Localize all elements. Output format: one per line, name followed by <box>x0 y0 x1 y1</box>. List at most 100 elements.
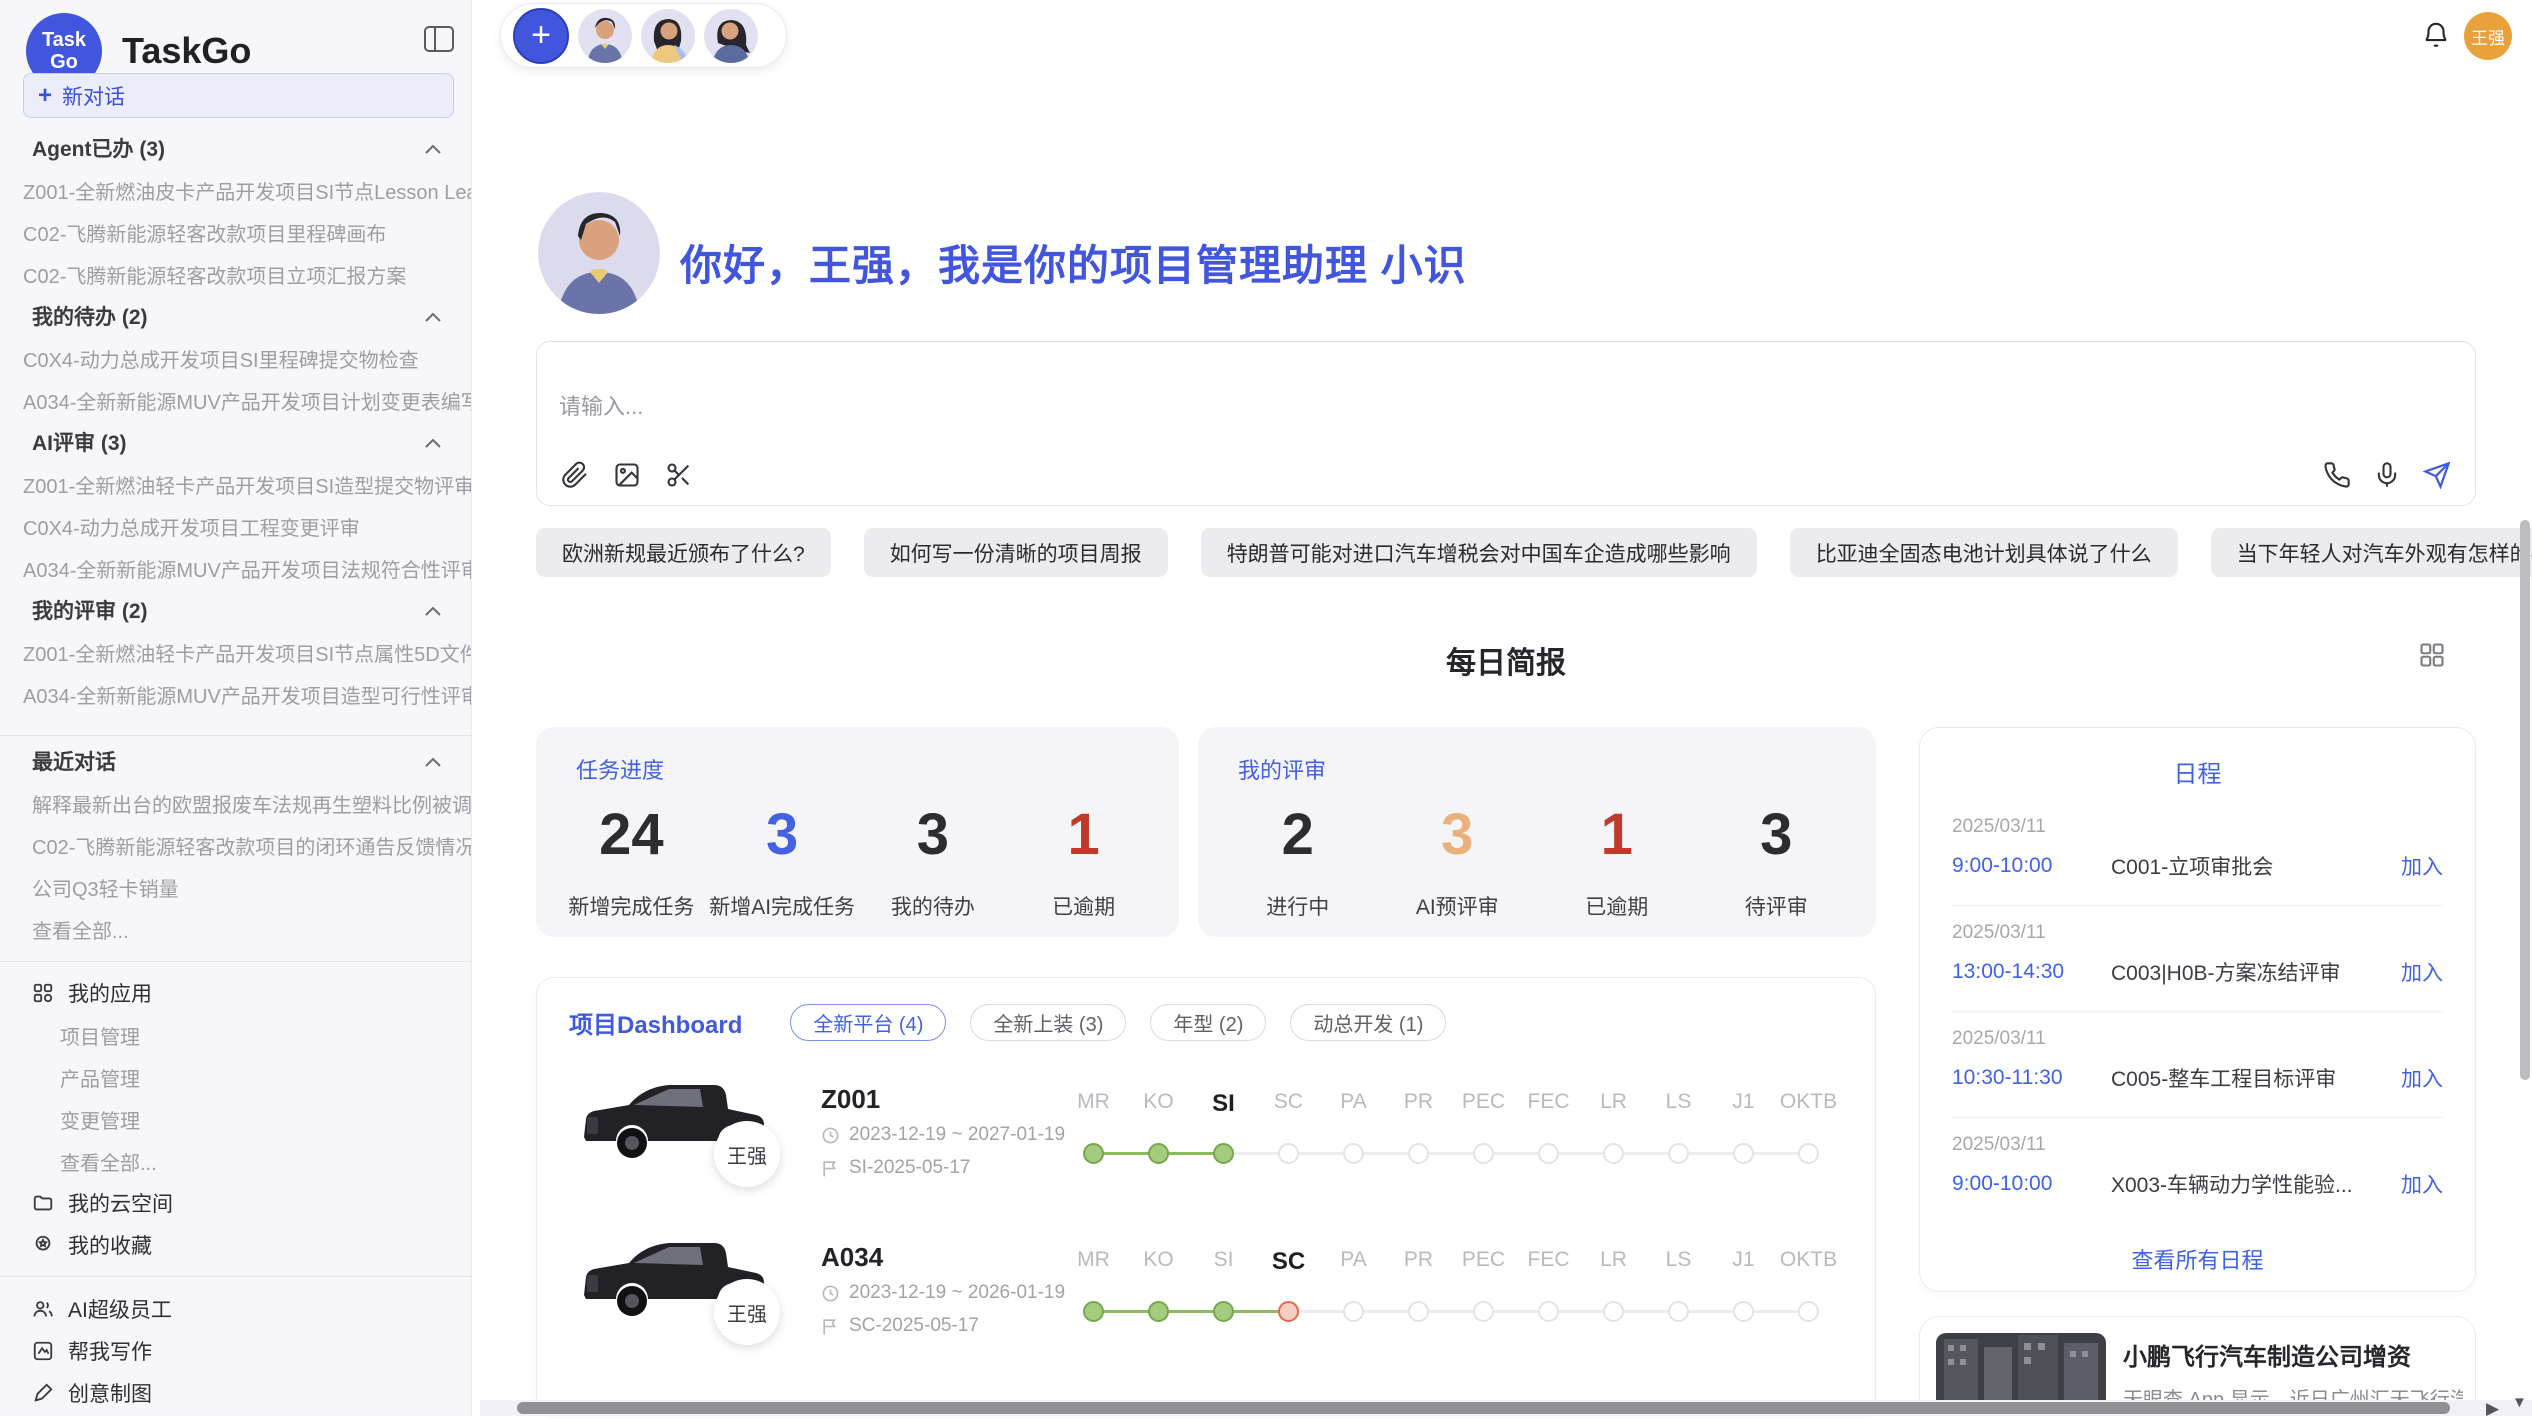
briefing-layout-icon[interactable] <box>2418 641 2446 669</box>
sidebar-item-product-mgmt[interactable]: 产品管理 <box>0 1056 471 1098</box>
scroll-right-arrow[interactable]: ▶ <box>2486 1399 2499 1419</box>
project-name: A034 <box>821 1242 883 1273</box>
project-row[interactable]: 王强 Z001 2023-12-19 ~ 2027-01-19 SI-2025-… <box>537 1058 1875 1208</box>
schedule-entry[interactable]: 2025/03/11 13:00-14:30 C003|H0B-方案冻结评审 加… <box>1952 906 2443 1012</box>
event-date: 2025/03/11 <box>1952 1134 2443 1156</box>
schedule-title: 日程 <box>1920 754 2475 789</box>
chevron-up-icon[interactable] <box>425 136 441 160</box>
avatar[interactable] <box>704 9 758 63</box>
chat-input-card <box>536 341 2476 506</box>
join-link[interactable]: 加入 <box>2401 1063 2443 1093</box>
chat-item[interactable]: C02-飞腾新能源轻客改款项目里程碑画布 <box>0 211 471 253</box>
suggestion-chip[interactable]: 比亚迪全固态电池计划具体说了什么 <box>1790 528 2178 577</box>
sidebar-item-change-mgmt[interactable]: 变更管理 <box>0 1098 471 1140</box>
scissors-icon[interactable] <box>665 461 693 489</box>
section-my-todo[interactable]: 我的待办 (2) <box>0 295 471 337</box>
milestone-label: PEC <box>1451 1248 1516 1276</box>
schedule-entry[interactable]: 2025/03/11 10:30-11:30 C005-整车工程目标评审 加入 <box>1952 1012 2443 1118</box>
tab-new-body[interactable]: 全新上装 (3) <box>970 1004 1126 1041</box>
voice-call-icon[interactable] <box>2323 461 2351 489</box>
flag-icon <box>821 1317 840 1336</box>
stat-label: 新增完成任务 <box>556 891 707 921</box>
stat-label: 进行中 <box>1218 891 1378 921</box>
sidebar-item-cloud-space[interactable]: 我的云空间 <box>0 1182 471 1224</box>
chat-item[interactable]: C02-飞腾新能源轻客改款项目立项汇报方案 <box>0 253 471 295</box>
tab-new-platform[interactable]: 全新平台 (4) <box>790 1004 946 1041</box>
chat-item[interactable]: Z001-全新燃油轻卡产品开发项目SI造型提交物评审 <box>0 463 471 505</box>
tab-year-model[interactable]: 年型 (2) <box>1150 1004 1266 1041</box>
new-chat-button[interactable]: + 新对话 <box>23 73 454 118</box>
sidebar-item-favorites[interactable]: 我的收藏 <box>0 1224 471 1266</box>
suggestion-chip[interactable]: 欧洲新规最近颁布了什么? <box>536 528 831 577</box>
user-avatar[interactable]: 王强 <box>2464 12 2512 60</box>
chat-item[interactable]: Z001-全新燃油皮卡产品开发项目SI节点Lesson Learn报告 <box>0 169 471 211</box>
project-name: Z001 <box>821 1084 880 1115</box>
stat-label: AI预评审 <box>1378 891 1538 921</box>
section-my-review[interactable]: 我的评审 (2) <box>0 589 471 631</box>
chat-item[interactable]: Z001-全新燃油轻卡产品开发项目SI节点属性5D文件评审 <box>0 631 471 673</box>
sidebar-item-my-apps[interactable]: 我的应用 <box>0 972 471 1014</box>
notification-bell-icon[interactable] <box>2421 20 2453 52</box>
sidebar-item-ai-employee[interactable]: AI超级员工 <box>0 1288 471 1330</box>
chat-input[interactable] <box>559 394 2159 420</box>
recent-chat-item[interactable]: 解释最新出台的欧盟报废车法规再生塑料比例被调至15%... <box>0 782 471 824</box>
join-link[interactable]: 加入 <box>2401 1169 2443 1199</box>
section-agent-done[interactable]: Agent已办 (3) <box>0 127 471 169</box>
add-agent-button[interactable]: + <box>513 8 569 64</box>
vertical-scrollbar[interactable] <box>2520 520 2530 1080</box>
chevron-up-icon[interactable] <box>425 598 441 622</box>
event-time: 9:00-10:00 <box>1952 1172 2111 1196</box>
chat-item[interactable]: A034-全新新能源MUV产品开发项目法规符合性评审 <box>0 547 471 589</box>
sidebar-item-project-mgmt[interactable]: 项目管理 <box>0 1014 471 1056</box>
join-link[interactable]: 加入 <box>2401 851 2443 881</box>
chevron-up-icon[interactable] <box>425 430 441 454</box>
suggestion-chip[interactable]: 当下年轻人对汽车外观有怎样的喜好趋势 <box>2211 528 2532 577</box>
project-row[interactable]: 王强 A034 2023-12-19 ~ 2026-01-19 SC-2025-… <box>537 1216 1875 1366</box>
event-date: 2025/03/11 <box>1952 922 2443 944</box>
milestone-label: KO <box>1126 1090 1191 1118</box>
stat-label: 已逾期 <box>1537 891 1697 921</box>
flag-icon <box>821 1159 840 1178</box>
daily-briefing-title: 每日简报 <box>536 638 2476 682</box>
stat-value: 24 <box>556 789 707 881</box>
task-progress-card: 任务进度 24新增完成任务 3新增AI完成任务 3我的待办 1已逾期 <box>536 727 1179 937</box>
send-icon[interactable] <box>2423 461 2451 489</box>
milestone-label: OKTB <box>1776 1090 1841 1118</box>
sidebar-item-creative-draw[interactable]: 创意制图 <box>0 1372 471 1414</box>
chevron-up-icon[interactable] <box>425 749 441 773</box>
image-upload-icon[interactable] <box>613 461 641 489</box>
milestone-timeline: MR KO SI SC PA PR PEC FEC LR LS J1 OKTB <box>1061 1058 1841 1208</box>
attachment-icon[interactable] <box>561 461 589 489</box>
microphone-icon[interactable] <box>2373 461 2401 489</box>
chevron-up-icon[interactable] <box>425 304 441 328</box>
chat-item[interactable]: C0X4-动力总成开发项目SI里程碑提交物检查 <box>0 337 471 379</box>
milestone-label: PR <box>1386 1090 1451 1118</box>
card-title: 我的评审 <box>1238 753 1326 785</box>
suggestion-chip[interactable]: 如何写一份清晰的项目周报 <box>864 528 1168 577</box>
chat-item[interactable]: A034-全新新能源MUV产品开发项目造型可行性评审 <box>0 673 471 715</box>
sidebar-collapse-icon[interactable] <box>424 26 454 52</box>
scroll-down-arrow[interactable]: ▼ <box>2512 1394 2527 1411</box>
stat-value: 3 <box>858 789 1009 881</box>
chat-item[interactable]: C0X4-动力总成开发项目工程变更评审 <box>0 505 471 547</box>
recent-chat-item[interactable]: 公司Q3轻卡销量 <box>0 866 471 908</box>
milestone-label-current: SC <box>1256 1248 1321 1276</box>
recent-view-all[interactable]: 查看全部... <box>0 908 471 950</box>
apps-view-all[interactable]: 查看全部... <box>0 1140 471 1182</box>
avatar[interactable] <box>641 9 695 63</box>
horizontal-scrollbar[interactable] <box>517 1402 2450 1414</box>
section-ai-review[interactable]: AI评审 (3) <box>0 421 471 463</box>
section-recent-chats[interactable]: 最近对话 <box>0 740 471 782</box>
chat-item[interactable]: A034-全新新能源MUV产品开发项目计划变更表编写 <box>0 379 471 421</box>
suggestion-chip[interactable]: 特朗普可能对进口汽车增税会对中国车企造成哪些影响 <box>1201 528 1757 577</box>
schedule-entry[interactable]: 2025/03/11 9:00-10:00 X003-车辆动力学性能验... 加… <box>1952 1118 2443 1223</box>
join-link[interactable]: 加入 <box>2401 957 2443 987</box>
milestone-label: J1 <box>1711 1090 1776 1118</box>
recent-chat-item[interactable]: C02-飞腾新能源轻客改款项目的闭环通告反馈情况 <box>0 824 471 866</box>
milestone-label: PA <box>1321 1248 1386 1276</box>
sidebar-item-help-write[interactable]: 帮我写作 <box>0 1330 471 1372</box>
avatar[interactable] <box>578 9 632 63</box>
tab-powertrain[interactable]: 动总开发 (1) <box>1290 1004 1446 1041</box>
view-all-schedule-link[interactable]: 查看所有日程 <box>1920 1243 2475 1275</box>
schedule-entry[interactable]: 2025/03/11 9:00-10:00 C001-立项审批会 加入 <box>1952 800 2443 906</box>
